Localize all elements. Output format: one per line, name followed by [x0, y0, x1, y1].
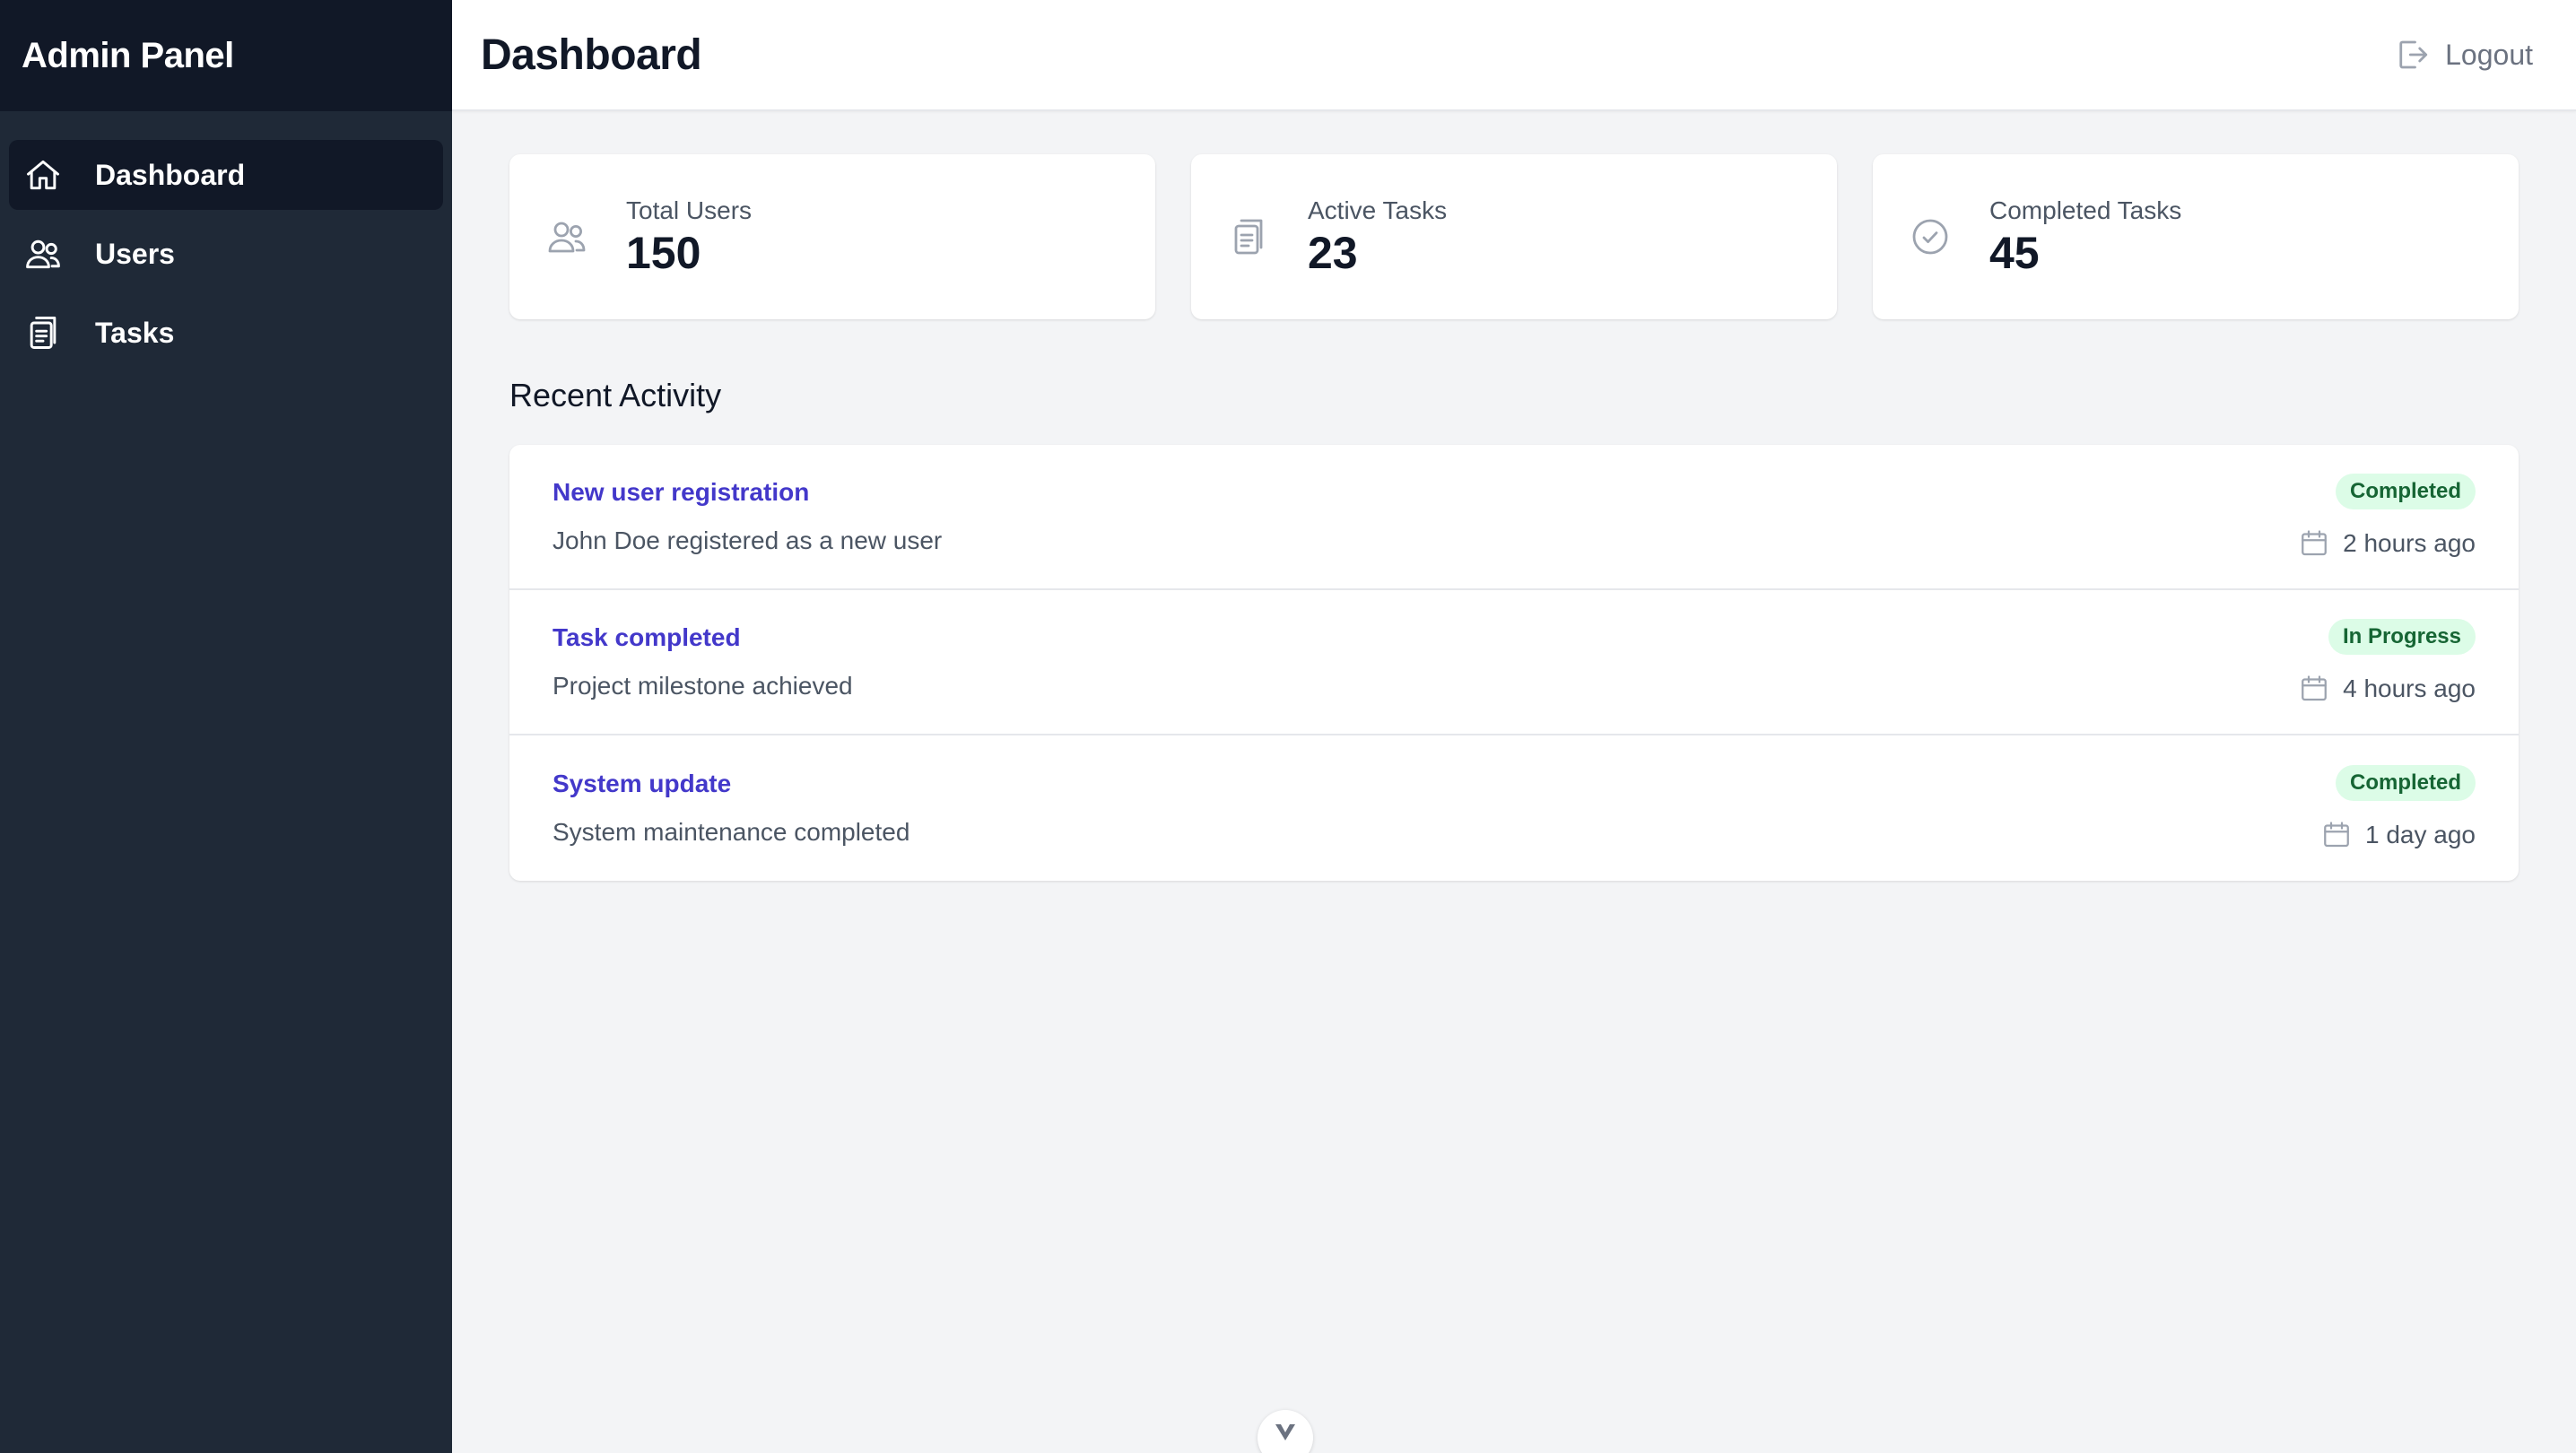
stat-label: Total Users: [626, 196, 753, 224]
calendar-icon: [2302, 675, 2327, 701]
dashboard-content: Total Users 150 Active Tasks 23 Complete…: [452, 111, 2576, 881]
clipboard-icon: [1227, 215, 1270, 258]
activity-time: 1 day ago: [2320, 819, 2476, 851]
stat-card-completed-tasks: Completed Tasks 45: [1873, 154, 2519, 319]
sidebar-header: Admin Panel: [0, 0, 452, 111]
stats-row: Total Users 150 Active Tasks 23 Complete…: [509, 154, 2519, 319]
chevron-down-icon: [1275, 1424, 1295, 1440]
activity-title-link[interactable]: System update: [553, 770, 909, 798]
top-bar: Dashboard Logout: [452, 0, 2576, 111]
list-item: System update System maintenance complet…: [509, 735, 2519, 881]
logout-icon: [2399, 40, 2428, 69]
logout-label: Logout: [2445, 38, 2533, 71]
time-label: 4 hours ago: [2343, 674, 2476, 702]
status-badge: Completed: [2335, 474, 2476, 509]
users-icon: [23, 234, 63, 274]
recent-activity-heading: Recent Activity: [509, 377, 722, 413]
time-label: 2 hours ago: [2343, 529, 2476, 557]
sidebar: Admin Panel Dashboard Users Tasks: [0, 0, 452, 1453]
home-icon: [23, 155, 63, 195]
activity-description: John Doe registered as a new user: [553, 526, 943, 554]
page-title: Dashboard: [481, 30, 702, 79]
status-badge: Completed: [2335, 765, 2476, 801]
activity-title-link[interactable]: New user registration: [553, 478, 942, 507]
calendar-icon: [2302, 530, 2327, 556]
activity-description: Project milestone achieved: [553, 672, 853, 700]
app-title: Admin Panel: [22, 35, 234, 75]
scroll-down-button[interactable]: [1258, 1410, 1313, 1453]
sidebar-item-tasks[interactable]: Tasks: [9, 298, 443, 368]
list-item: Task completed Project milestone achieve…: [509, 590, 2519, 735]
time-label: 1 day ago: [2365, 821, 2476, 848]
sidebar-item-label: Users: [95, 237, 175, 270]
list-item: New user registration John Doe registere…: [509, 445, 2519, 590]
check-circle-icon: [1909, 215, 1952, 258]
activity-title-link[interactable]: Task completed: [553, 623, 853, 652]
sidebar-item-users[interactable]: Users: [9, 219, 443, 289]
activity-description: System maintenance completed: [553, 818, 910, 846]
stat-card-total-users: Total Users 150: [509, 154, 1155, 319]
calendar-icon: [2324, 822, 2349, 848]
activity-time: 2 hours ago: [2298, 527, 2476, 560]
logout-button[interactable]: Logout: [2393, 36, 2533, 74]
stat-value: 150: [626, 227, 701, 278]
clipboard-icon: [23, 313, 63, 352]
sidebar-item-dashboard[interactable]: Dashboard: [9, 140, 443, 210]
app-root: Admin Panel Dashboard Users Tasks Dashbo…: [0, 0, 2576, 1453]
sidebar-item-label: Dashboard: [95, 158, 246, 191]
stat-value: 45: [1989, 227, 2040, 278]
status-badge: In Progress: [2328, 619, 2476, 655]
main-area: Dashboard Logout Total Users 150 Active …: [452, 0, 2576, 1453]
sidebar-nav: Dashboard Users Tasks: [0, 111, 452, 368]
stat-label: Completed Tasks: [1989, 196, 2182, 224]
stat-card-active-tasks: Active Tasks 23: [1191, 154, 1837, 319]
stat-value: 23: [1308, 227, 1358, 278]
activity-list: New user registration John Doe registere…: [509, 445, 2519, 881]
users-icon: [545, 215, 588, 258]
sidebar-item-label: Tasks: [95, 316, 175, 349]
stat-label: Active Tasks: [1308, 196, 1448, 224]
activity-time: 4 hours ago: [2298, 673, 2476, 705]
